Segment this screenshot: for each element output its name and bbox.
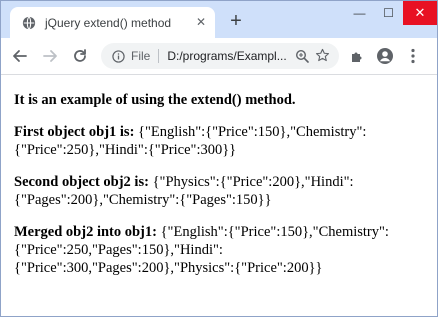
obj1-paragraph: First object obj1 is: {"English":{"Price…	[14, 123, 429, 159]
obj2-label: Second object obj2 is:	[14, 174, 149, 190]
merged-paragraph: Merged obj2 into obj1: {"English":{"Pric…	[14, 223, 429, 277]
zoom-icon[interactable]	[295, 49, 309, 63]
globe-icon	[22, 15, 36, 30]
minimize-button[interactable]: —	[345, 1, 374, 25]
new-tab-button[interactable]: +	[227, 11, 245, 31]
tab-close-icon[interactable]: ✕	[195, 16, 207, 28]
forward-arrow-icon	[43, 50, 57, 62]
page-content: It is an example of using the extend() m…	[14, 91, 429, 291]
obj1-label: First object obj1 is:	[14, 124, 135, 140]
menu-kebab-icon[interactable]	[404, 47, 422, 65]
extensions-puzzle-icon[interactable]	[349, 47, 367, 65]
url-text[interactable]: D:/programs/Exampl...	[167, 49, 287, 63]
scheme-label: File	[131, 49, 151, 63]
window-controls: — ☐ ✕	[345, 1, 437, 25]
bookmark-star-icon[interactable]	[315, 48, 330, 63]
reload-icon	[74, 49, 86, 62]
profile-avatar-icon[interactable]	[376, 47, 394, 65]
browser-window: jQuery extend() method ✕ + — ☐ ✕ File D:…	[0, 0, 438, 317]
window-close-button[interactable]: ✕	[403, 1, 437, 25]
back-button[interactable]	[9, 45, 31, 67]
page-heading: It is an example of using the extend() m…	[14, 92, 296, 108]
tab-active[interactable]: jQuery extend() method ✕	[10, 7, 215, 38]
browser-toolbar: File D:/programs/Exampl...	[1, 38, 437, 75]
tab-strip: jQuery extend() method ✕ + — ☐ ✕	[1, 1, 437, 38]
reload-button[interactable]	[69, 45, 91, 67]
tab-title: jQuery extend() method	[45, 15, 172, 30]
address-bar[interactable]: File D:/programs/Exampl...	[101, 43, 339, 69]
forward-button[interactable]	[39, 45, 61, 67]
omnibox-divider	[158, 49, 160, 63]
obj2-paragraph: Second object obj2 is: {"Physics":{"Pric…	[14, 173, 429, 209]
merged-label: Merged obj2 into obj1:	[14, 224, 157, 240]
back-arrow-icon	[13, 50, 27, 62]
info-icon[interactable]	[112, 49, 125, 63]
maximize-button[interactable]: ☐	[374, 1, 403, 25]
